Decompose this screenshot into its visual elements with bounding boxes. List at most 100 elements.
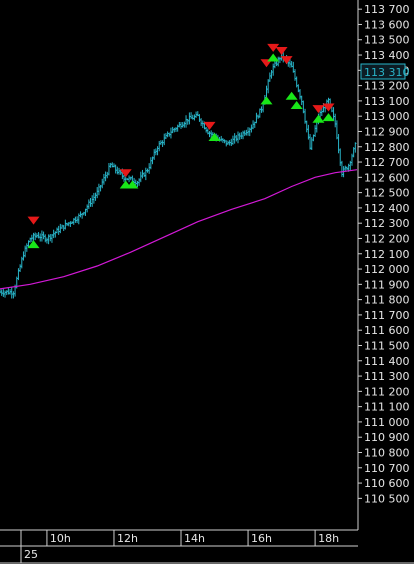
- ohlc-bar: [255, 112, 258, 124]
- buy-signal-triangle: [322, 113, 335, 122]
- date-label: 25: [24, 548, 38, 561]
- ohlc-bar: [127, 175, 131, 183]
- ohlc-bar: [300, 95, 303, 106]
- ohlc-bar: [94, 192, 97, 201]
- ohlc-bar: [137, 178, 141, 186]
- price-tick-label: 111 900: [364, 278, 410, 291]
- ohlc-bar: [334, 113, 337, 128]
- ohlc-bar: [114, 164, 117, 174]
- ohlc-bar: [147, 163, 151, 174]
- price-tick-label: 112 300: [364, 217, 410, 230]
- ohlc-bar: [32, 232, 35, 241]
- ohlc-bar: [74, 216, 77, 223]
- ohlc-bar: [243, 130, 246, 137]
- ohlc-bar: [271, 63, 275, 76]
- time-tick-label: 10h: [50, 532, 71, 545]
- ohlc-bar: [139, 171, 142, 183]
- ohlc-bar: [10, 287, 13, 299]
- ohlc-bar: [64, 219, 67, 230]
- time-tick-label: 14h: [184, 532, 205, 545]
- time-tick-label: 16h: [251, 532, 272, 545]
- price-tick-label: 112 200: [364, 232, 410, 245]
- ohlc-bar: [327, 97, 330, 105]
- ohlc-bar: [310, 137, 313, 150]
- chart-root: 113 700113 600113 500113 400113 300113 2…: [0, 0, 414, 564]
- price-tick-label: 113 100: [364, 95, 410, 108]
- price-tick-label: 110 900: [364, 431, 410, 444]
- price-tick-label: 111 400: [364, 355, 410, 368]
- price-tick-label: 112 500: [364, 187, 410, 200]
- ohlc-bar: [45, 237, 49, 244]
- ohlc-bar: [57, 225, 60, 235]
- ohlc-bar: [225, 140, 228, 147]
- buy-signal-triangle: [285, 91, 298, 100]
- price-tick-label: 111 600: [364, 324, 410, 337]
- ohlc-bar: [176, 124, 179, 132]
- ohlc-bar: [339, 148, 342, 166]
- ohlc-bar: [112, 163, 116, 168]
- ohlc-bar: [18, 264, 22, 272]
- ohlc-bar: [231, 135, 235, 145]
- buy-signal-triangle: [290, 100, 303, 109]
- ohlc-bar: [298, 89, 302, 100]
- price-tick-label: 112 900: [364, 125, 410, 138]
- price-tick-label: 110 700: [364, 462, 410, 475]
- ohlc-bar: [198, 114, 201, 122]
- buy-signal-triangle: [267, 53, 280, 62]
- sell-signal-triangle: [119, 169, 132, 178]
- ohlc-bar: [201, 120, 205, 129]
- price-tick-label: 112 400: [364, 202, 410, 215]
- ohlc-bar: [25, 243, 29, 252]
- ohlc-bar: [85, 204, 89, 213]
- ohlc-bar: [258, 108, 261, 118]
- ohlc-bar: [96, 187, 99, 199]
- sell-signal-triangle: [280, 56, 293, 65]
- moving-average-line: [0, 169, 358, 290]
- ohlc-bar: [144, 167, 148, 181]
- price-tick-label: 111 200: [364, 385, 410, 398]
- buy-signal-triangle: [208, 133, 221, 142]
- price-tick-label: 111 300: [364, 370, 410, 383]
- ohlc-bar: [241, 130, 245, 140]
- ohlc-bar: [23, 245, 27, 258]
- ohlc-bar: [230, 138, 233, 147]
- ohlc-bar: [149, 157, 153, 170]
- ohlc-bar: [40, 230, 44, 242]
- ohlc-bar: [12, 291, 15, 299]
- price-tick-label: 113 200: [364, 80, 410, 93]
- ohlc-bar: [107, 163, 111, 176]
- price-tick-label: 113 700: [364, 3, 410, 16]
- ohlc-bar: [158, 140, 161, 152]
- price-tick-label: 110 600: [364, 477, 410, 490]
- ohlc-bar: [313, 125, 317, 138]
- last-price-badge: 113 310: [360, 63, 410, 80]
- ohlc-bar: [59, 223, 62, 234]
- ohlc-bar: [169, 127, 173, 139]
- ohlc-bar: [49, 234, 52, 242]
- ohlc-bar: [278, 56, 282, 64]
- price-tick-label: 111 800: [364, 294, 410, 307]
- ohlc-bar: [308, 134, 312, 150]
- ohlc-bar: [183, 121, 186, 128]
- buy-signal-triangle: [260, 96, 273, 105]
- ohlc-bar: [204, 126, 208, 133]
- ohlc-bar: [344, 165, 347, 171]
- time-tick-label: 18h: [318, 532, 339, 545]
- ohlc-bar: [164, 133, 168, 140]
- ohlc-bar: [186, 118, 189, 125]
- price-tick-label: 111 100: [364, 401, 410, 414]
- ohlc-bar: [302, 100, 305, 114]
- ohlc-bar: [184, 115, 188, 128]
- ohlc-bar: [236, 131, 240, 144]
- ohlc-bar: [270, 70, 273, 79]
- ohlc-bar: [109, 162, 112, 168]
- price-tick-label: 111 500: [364, 339, 410, 352]
- price-tick-label: 113 600: [364, 18, 410, 31]
- price-tick-label: 111 000: [364, 416, 410, 429]
- price-tick-label: 111 700: [364, 309, 410, 322]
- time-tick-label: 12h: [117, 532, 138, 545]
- ohlc-bar: [42, 231, 45, 240]
- price-chart[interactable]: 113 700113 600113 500113 400113 300113 2…: [0, 0, 414, 564]
- ohlc-bar: [188, 112, 191, 125]
- ohlc-bar: [55, 227, 59, 234]
